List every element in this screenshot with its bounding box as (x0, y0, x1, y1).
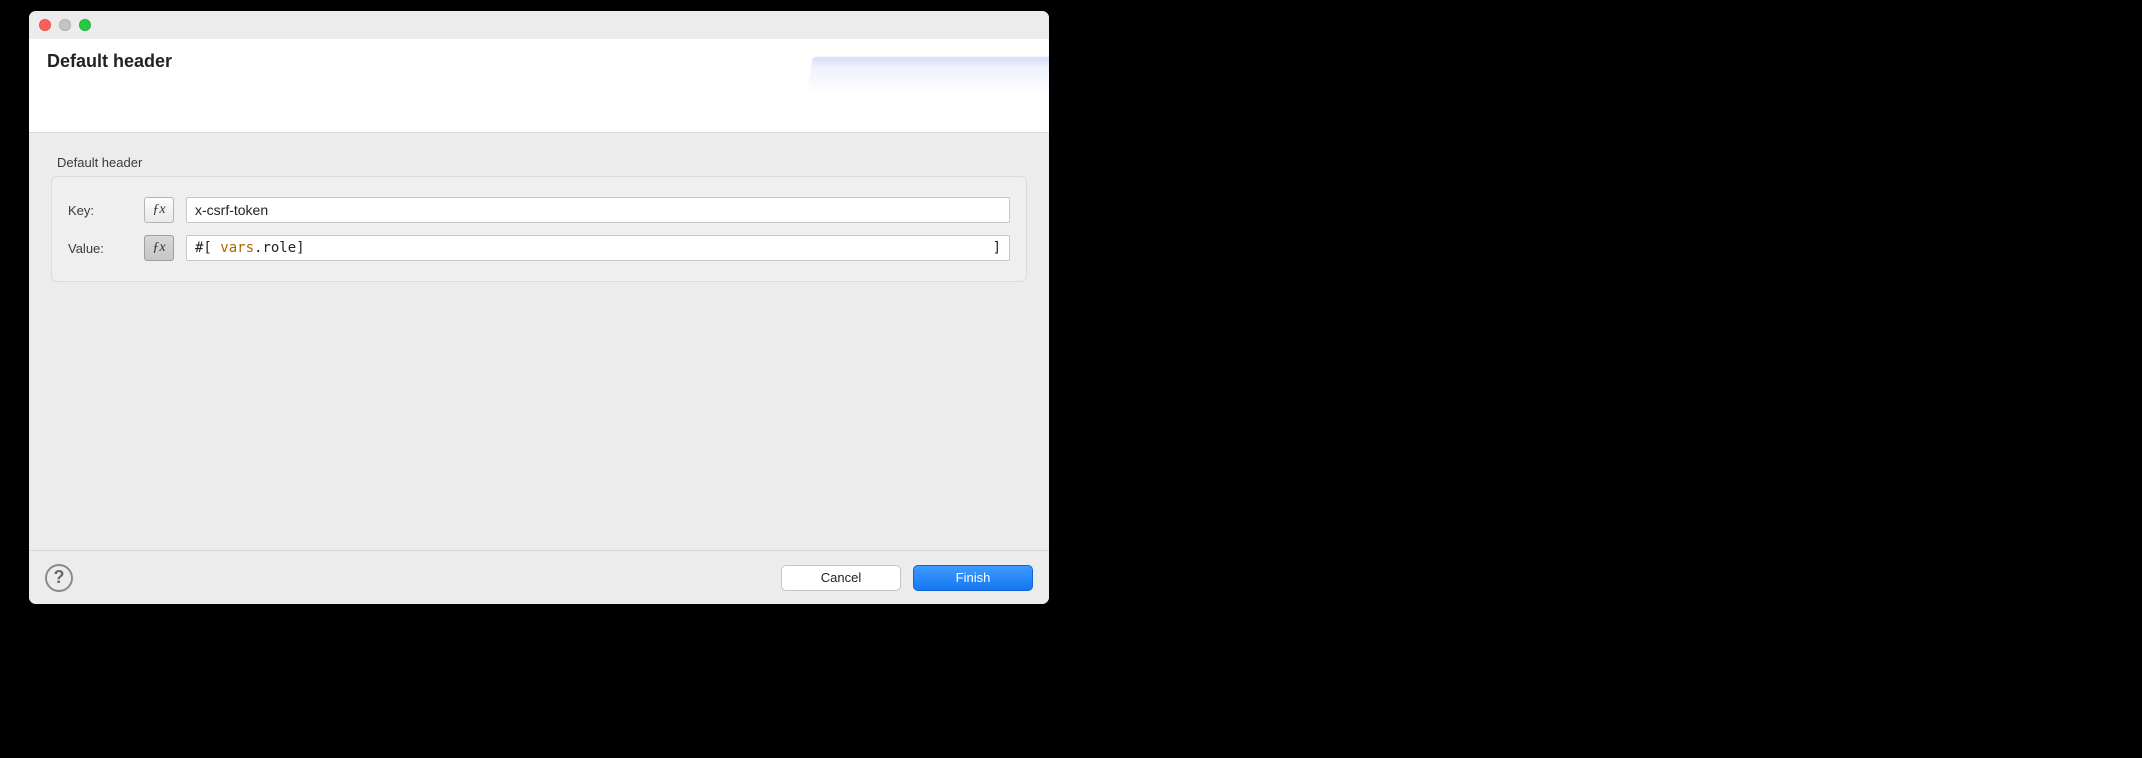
key-row: Key: ƒx (68, 191, 1010, 229)
dialog-window: Default header Default header Key: ƒx Va… (29, 11, 1049, 604)
dialog-content: Default header Key: ƒx Value: ƒx #[ vars… (29, 133, 1049, 550)
fx-icon: ƒx (152, 202, 165, 218)
expr-token-prop: role (262, 240, 296, 256)
key-label: Key: (68, 203, 132, 218)
titlebar (29, 11, 1049, 39)
expr-token-open: #[ (195, 240, 220, 256)
dialog-header: Default header (29, 39, 1049, 133)
value-expression-input[interactable]: #[ vars.role] ] (186, 235, 1010, 261)
help-button[interactable]: ? (45, 564, 73, 592)
fx-icon: ƒx (152, 240, 165, 256)
key-fx-button[interactable]: ƒx (144, 197, 174, 223)
value-expression-content: #[ vars.role] (195, 240, 305, 256)
value-fx-button[interactable]: ƒx (144, 235, 174, 261)
close-window-icon[interactable] (39, 19, 51, 31)
expr-token-close-right: ] (993, 240, 1001, 256)
header-banner-decoration (806, 57, 1049, 105)
help-icon: ? (54, 567, 65, 588)
expr-token-vars: vars (220, 240, 254, 256)
expr-token-close-inline: ] (296, 240, 304, 256)
minimize-window-icon[interactable] (59, 19, 71, 31)
key-input[interactable] (186, 197, 1010, 223)
finish-button[interactable]: Finish (913, 565, 1033, 591)
maximize-window-icon[interactable] (79, 19, 91, 31)
value-label: Value: (68, 241, 132, 256)
default-header-group: Key: ƒx Value: ƒx #[ vars.role] ] (51, 176, 1027, 282)
cancel-button[interactable]: Cancel (781, 565, 901, 591)
group-label: Default header (57, 155, 1027, 170)
dialog-footer: ? Cancel Finish (29, 550, 1049, 604)
value-row: Value: ƒx #[ vars.role] ] (68, 229, 1010, 267)
